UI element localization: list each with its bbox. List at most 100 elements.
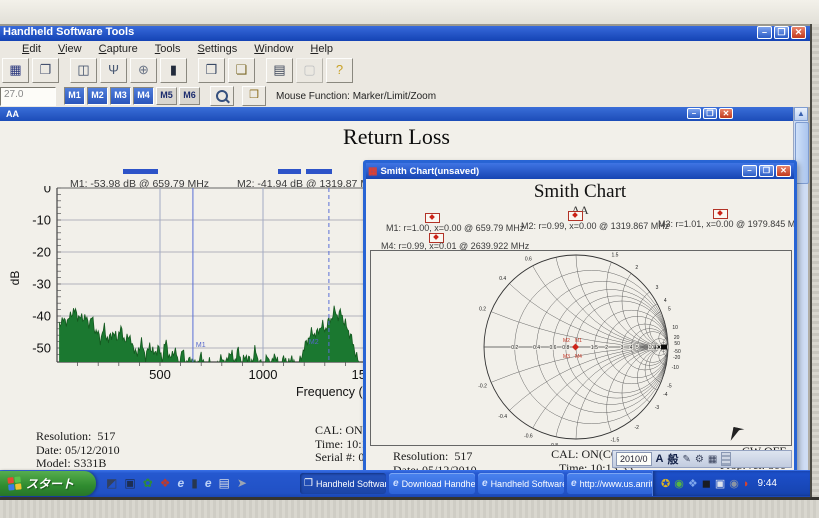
antenna-icon[interactable]: Ψ xyxy=(100,58,127,83)
start-button[interactable]: スタート xyxy=(0,471,96,496)
menu-window[interactable]: Window xyxy=(254,43,293,55)
taskbar-task-button[interactable]: ❒Handheld Software T.. xyxy=(300,473,386,494)
quick-launch-icon-3[interactable]: ✿ xyxy=(143,477,153,489)
marker-button-m5[interactable]: M5 xyxy=(156,87,177,105)
quick-launch-icon-1[interactable]: ◩ xyxy=(106,477,117,489)
windows-logo-icon xyxy=(7,476,22,491)
svg-text:0: 0 xyxy=(44,186,51,196)
quick-launch-icon-8[interactable]: ▤ xyxy=(219,477,230,489)
marker-flag-icon xyxy=(425,213,440,223)
svg-text:-20: -20 xyxy=(673,355,680,361)
svg-text:-5: -5 xyxy=(667,384,672,390)
quick-launch-area: ◩ ▣ ✿ ❖ e ▮ e ▤ ➤ xyxy=(106,477,247,489)
quick-launch-icon-9[interactable]: ➤ xyxy=(237,477,247,489)
child-close-icon[interactable]: ✕ xyxy=(719,108,733,119)
tray-icon-5[interactable]: ▣ xyxy=(715,477,725,490)
print-icon[interactable]: ▤ xyxy=(266,58,293,83)
taskbar-task-button[interactable]: ehttp://www.us.anritsu. xyxy=(567,473,653,494)
svg-text:2: 2 xyxy=(635,265,638,271)
smith-window-titlebar[interactable]: ▦ Smith Chart(unsaved) – ❐ ✕ xyxy=(366,163,794,179)
marker-button-group: M1 M2 M3 M4 M5 M6 xyxy=(64,87,202,105)
ime-tools-icon[interactable]: ⚙ xyxy=(695,454,704,465)
start-button-label: スタート xyxy=(26,477,75,491)
smith-maximize-icon[interactable]: ❐ xyxy=(759,165,774,177)
ime-pad-icon[interactable]: ▦ xyxy=(708,454,717,465)
menu-view[interactable]: View xyxy=(58,43,82,55)
svg-text:5: 5 xyxy=(636,345,639,351)
quick-launch-icon-4[interactable]: ❖ xyxy=(160,477,171,489)
svg-text:0.6: 0.6 xyxy=(525,257,532,263)
svg-text:-2: -2 xyxy=(634,425,639,431)
menu-capture[interactable]: Capture xyxy=(99,43,138,55)
marker-button-m6[interactable]: M6 xyxy=(179,87,200,105)
globe-icon[interactable]: ⊕ xyxy=(130,58,157,83)
menu-edit[interactable]: Edit xyxy=(22,43,41,55)
window-alert-icon[interactable]: ❏ xyxy=(228,58,255,83)
svg-text:-20: -20 xyxy=(32,245,51,260)
svg-text:M3: M3 xyxy=(563,354,570,360)
ie-quick-launch-icon-2[interactable]: e xyxy=(205,477,212,489)
svg-text:10: 10 xyxy=(672,325,678,331)
minimize-icon[interactable]: – xyxy=(757,26,772,39)
copy-icon[interactable]: ❐ xyxy=(32,58,59,83)
maximize-icon[interactable]: ❐ xyxy=(774,26,789,39)
svg-text:3: 3 xyxy=(621,345,624,351)
tray-icon-2[interactable]: ◉ xyxy=(674,477,684,490)
svg-text:-40: -40 xyxy=(32,309,51,324)
menu-help[interactable]: Help xyxy=(310,43,333,55)
close-icon[interactable]: ✕ xyxy=(791,26,806,39)
child-maximize-icon[interactable]: ❐ xyxy=(703,108,717,119)
smith-chart-window[interactable]: ▦ Smith Chart(unsaved) – ❐ ✕ Smith Chart… xyxy=(363,160,797,486)
svg-text:-0.6: -0.6 xyxy=(524,433,533,439)
svg-text:-4: -4 xyxy=(663,392,668,398)
taskbar-task-button[interactable]: eDownload Handheld . xyxy=(389,473,475,494)
frequency-field[interactable]: 27.0 xyxy=(0,86,56,106)
ime-pen-icon[interactable]: ✎ xyxy=(682,454,690,465)
smith-window-icon: ▦ xyxy=(368,165,378,177)
child-minimize-icon[interactable]: – xyxy=(687,108,701,119)
disabled-button-icon[interactable]: ▢ xyxy=(296,58,323,83)
ime-mode-button[interactable]: A xyxy=(656,453,664,465)
marker-button-m3[interactable]: M3 xyxy=(110,87,131,105)
menu-settings[interactable]: Settings xyxy=(197,43,237,55)
tray-icon-3[interactable]: ❖ xyxy=(688,477,698,490)
child-window-titlebar[interactable]: AA – ❐ ✕ xyxy=(0,107,793,121)
return-loss-chart: 0-10-20-30-40-5050010001500Frequency (MH… xyxy=(8,186,376,399)
limit-line-segment xyxy=(123,169,158,174)
svg-text:2: 2 xyxy=(605,345,608,351)
svg-text:-10: -10 xyxy=(32,213,51,228)
main-window-titlebar[interactable]: Handheld Software Tools – ❐ ✕ xyxy=(0,24,810,41)
scrollbar-thumb[interactable] xyxy=(795,122,809,184)
new-window-icon[interactable]: ❒ xyxy=(198,58,225,83)
ie-icon: e xyxy=(482,478,488,489)
svg-text:0.4: 0.4 xyxy=(499,276,506,282)
smith-marker-readout-m1: M1: r=1.00, x=0.00 @ 659.79 MHz xyxy=(386,223,525,233)
quick-launch-icon-2[interactable]: ▣ xyxy=(124,477,135,489)
limit-line-segment xyxy=(278,169,301,174)
scroll-up-icon[interactable]: ▲ xyxy=(794,107,808,121)
tray-icon-6[interactable]: ◉ xyxy=(729,477,739,490)
save-icon[interactable]: ▦ xyxy=(2,58,29,83)
marker-button-m2[interactable]: M2 xyxy=(87,87,108,105)
tray-icon-4[interactable]: ◼ xyxy=(702,477,711,490)
quick-launch-icon-6[interactable]: ▮ xyxy=(191,477,198,489)
monitor-screen: Handheld Software Tools – ❐ ✕ Edit View Ca… xyxy=(0,24,819,497)
marker-button-m4[interactable]: M4 xyxy=(133,87,154,105)
zoom-out-button[interactable] xyxy=(210,86,234,106)
menu-tools[interactable]: Tools xyxy=(155,43,181,55)
language-bar[interactable]: 2010/0 A 般 ✎ ⚙ ▦ xyxy=(612,450,792,468)
ime-kanji-button[interactable]: 般 xyxy=(667,451,678,467)
taskbar-task-button[interactable]: eHandheld Software T. xyxy=(478,473,564,494)
smith-minimize-icon[interactable]: – xyxy=(742,165,757,177)
mouse-mode-button[interactable]: ❒ xyxy=(242,86,266,106)
capture-screen-icon[interactable]: ◫ xyxy=(70,58,97,83)
security-shield-tray-icon[interactable]: ✪ xyxy=(661,477,670,490)
system-tray: ✪ ◉ ❖ ◼ ▣ ◉ ◗ 9:44 xyxy=(652,471,810,496)
mouse-mode-icon: ❒ xyxy=(249,89,259,101)
marker-button-m1[interactable]: M1 xyxy=(64,87,85,105)
device-icon[interactable]: ▮ xyxy=(160,58,187,83)
help-icon[interactable]: ? xyxy=(326,58,353,83)
ie-quick-launch-icon[interactable]: e xyxy=(178,477,185,489)
smith-close-icon[interactable]: ✕ xyxy=(776,165,791,177)
tray-icon-7[interactable]: ◗ xyxy=(743,478,750,490)
